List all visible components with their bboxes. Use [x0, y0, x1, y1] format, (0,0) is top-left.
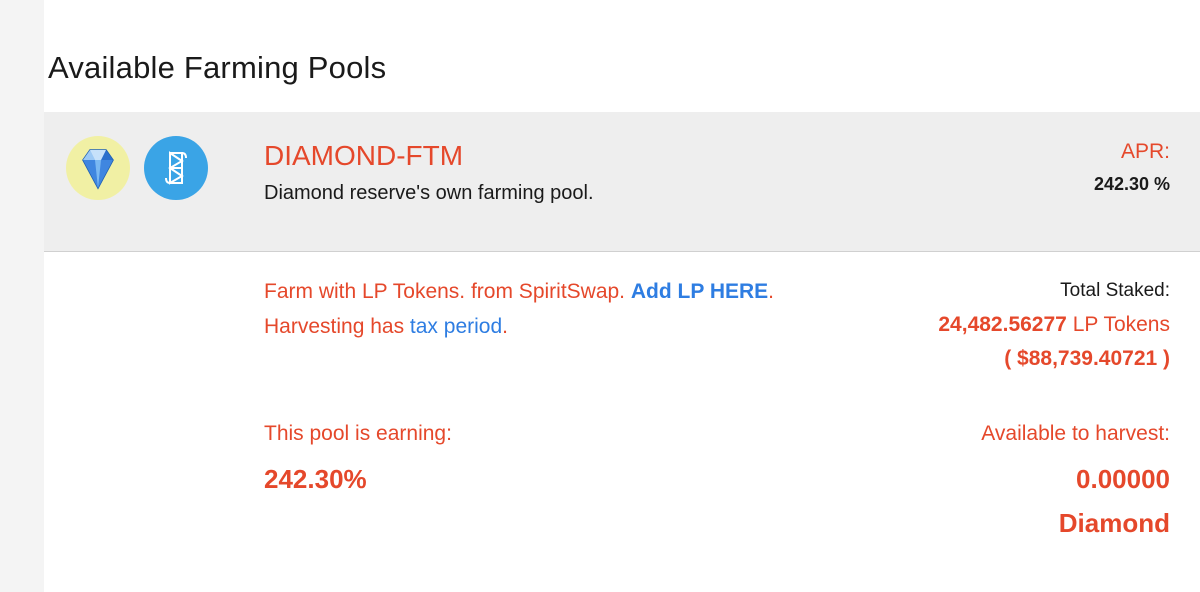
- farm-info-end: .: [768, 280, 775, 303]
- earning-label: This pool is earning:: [264, 422, 452, 445]
- earning-value: 242.30%: [264, 464, 367, 494]
- apr-label: APR:: [1120, 140, 1170, 163]
- staked-amount-line: 24,482.56277 LP Tokens: [938, 313, 1170, 337]
- farm-info-line: Farm with LP Tokens. from SpiritSwap. Ad…: [264, 280, 774, 304]
- available-harvest-amount: 0.00000: [1076, 464, 1170, 494]
- tax-period-link[interactable]: tax period: [410, 315, 502, 338]
- apr-value: 242.30 %: [1093, 174, 1170, 194]
- available-harvest-token: Diamond: [1058, 508, 1170, 538]
- pool-card-header[interactable]: DIAMOND-FTM Diamond reserve's own farmin…: [44, 112, 1200, 252]
- farm-info-text: Farm with LP Tokens. from SpiritSwap.: [264, 280, 626, 303]
- harvest-info-line: Harvesting has tax period.: [264, 315, 508, 339]
- staked-amount: 24,482.56277: [938, 313, 1067, 336]
- total-staked-label: Total Staked:: [1060, 280, 1170, 301]
- farming-pools-panel: Available Farming Pools DIAMOND-FTM Diam…: [44, 0, 1200, 592]
- staked-unit: LP Tokens: [1072, 313, 1170, 336]
- staked-usd-value: ( $88,739.40721 ): [1004, 347, 1170, 370]
- page-title: Available Farming Pools: [48, 50, 387, 85]
- pool-description: Diamond reserve's own farming pool.: [264, 182, 594, 204]
- diamond-icon: [66, 136, 130, 200]
- harvest-info-text: Harvesting has: [264, 315, 405, 338]
- harvest-info-end: .: [502, 315, 508, 338]
- add-lp-link[interactable]: Add LP HERE: [631, 280, 768, 303]
- available-harvest-label: Available to harvest:: [981, 422, 1170, 445]
- fantom-icon: [144, 136, 208, 200]
- pool-name: DIAMOND-FTM: [264, 140, 464, 171]
